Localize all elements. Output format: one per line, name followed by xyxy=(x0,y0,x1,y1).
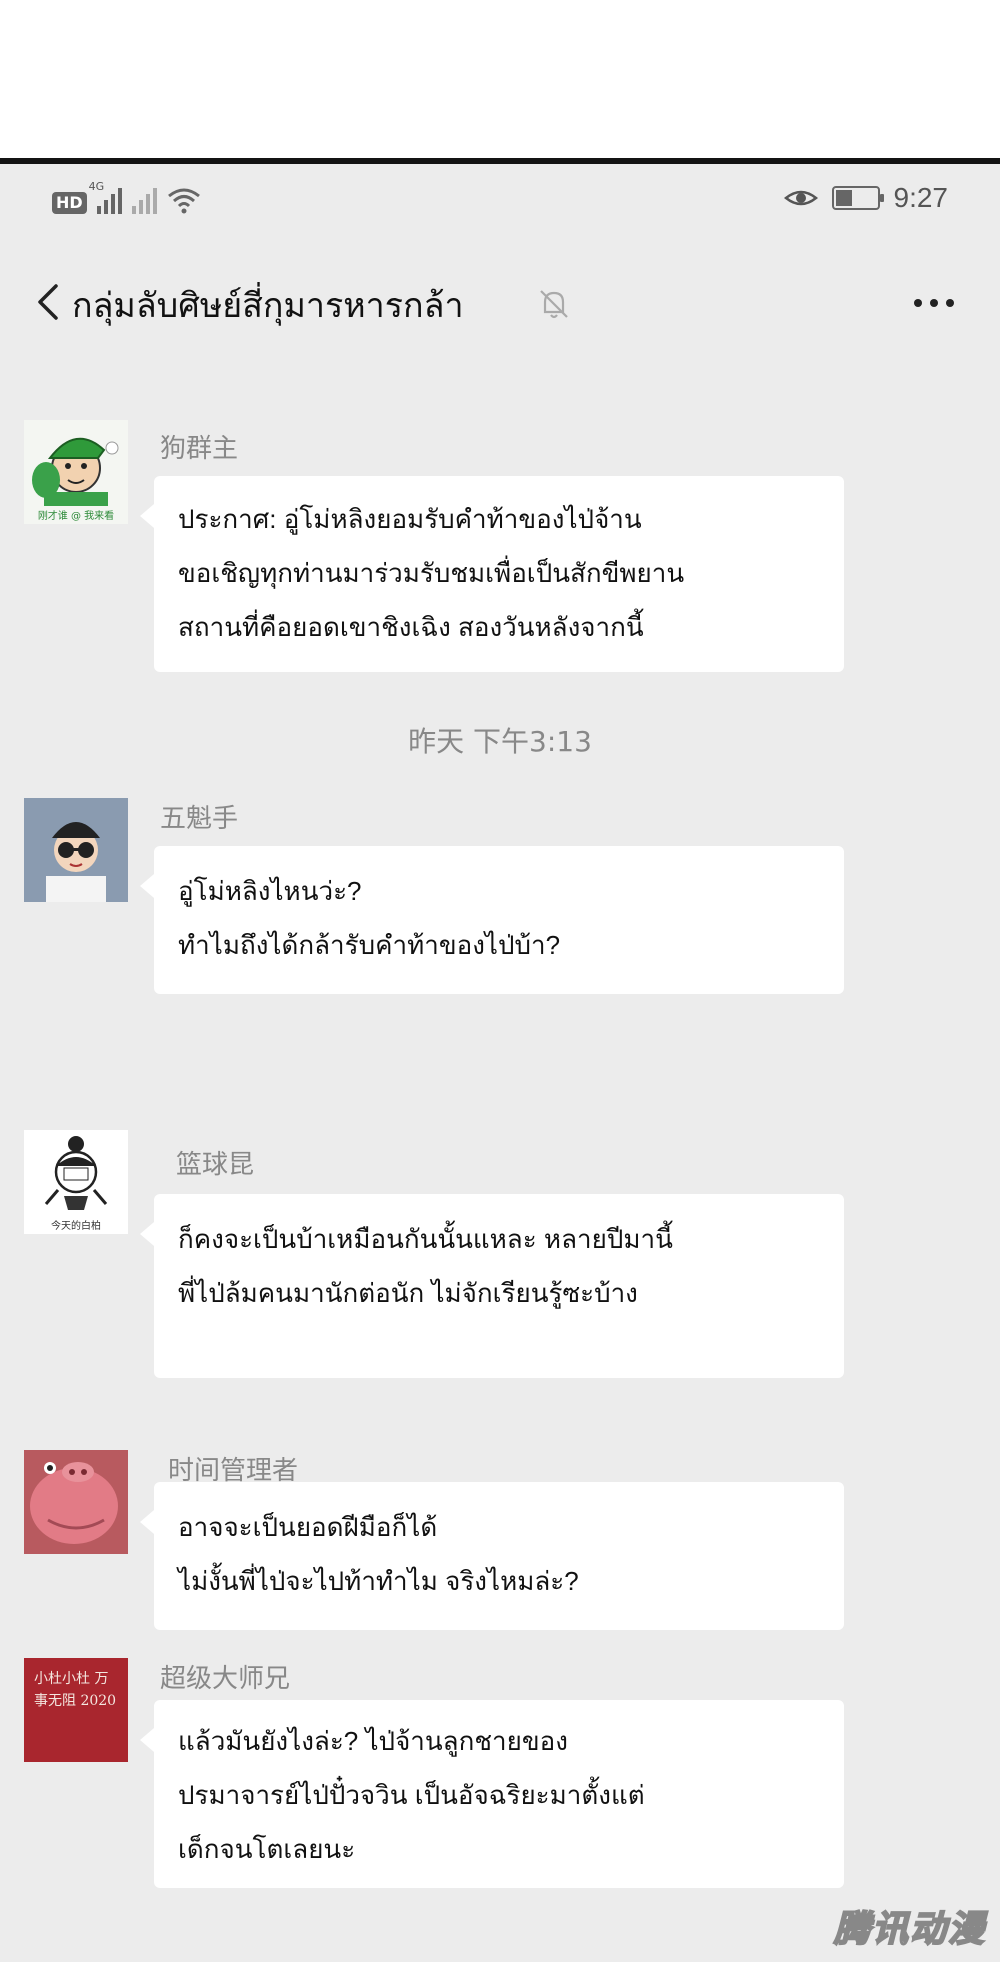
message-line: อาจจะเป็นยอดฝีมือก็ได้ xyxy=(178,1512,438,1542)
chat-header: กลุ่มลับศิษย์สี่กุมารหารกล้า xyxy=(0,262,1000,342)
chat-timestamp: 昨天 下午3:13 xyxy=(408,725,592,758)
battery-fill xyxy=(835,190,852,206)
message-line: สถานที่คือยอดเขาชิงเฉิง สองวันหลังจากนี้ xyxy=(178,612,644,642)
phone-screen: HD 4G 9:27 กลุ่มลับศิษย์สี่กุมารหารกล้า xyxy=(0,164,1000,1962)
sender-name: 五魁手 xyxy=(160,804,239,834)
message-line: ก็คงจะเป็นบ้าเหมือนกันนั้นแหละ หลายปีมาน… xyxy=(178,1224,673,1254)
avatar-calligraphy-text: 小杜小杜 万事无阻 2020 xyxy=(34,1671,117,1709)
message-bubble[interactable]: อู่โม่หลิงไหนว่ะ? ทำไมถึงได้กล้ารับคำท้า… xyxy=(140,846,844,994)
message-line: ประกาศ: อู่โม่หลิงยอมรับคำท้าของไป่จ้าน xyxy=(178,504,642,534)
avatar[interactable]: 今天的白柏 xyxy=(24,1130,128,1234)
mute-bell-icon xyxy=(540,290,568,319)
avatar[interactable]: 小杜小杜 万事无阻 2020 xyxy=(24,1658,128,1762)
sender-name: 篮球昆 xyxy=(176,1150,255,1180)
message-line: แล้วมันยังไงล่ะ? ไป่จ้านลูกชายของ xyxy=(178,1726,568,1756)
watermark-logo: 腾讯动漫 xyxy=(833,1908,986,1951)
more-icon[interactable] xyxy=(914,288,964,318)
clock: 9:27 xyxy=(893,182,949,213)
message-bubble[interactable]: ประกาศ: อู่โม่หลิงยอมรับคำท้าของไป่จ้าน … xyxy=(140,476,844,672)
eye-icon xyxy=(783,190,818,206)
signal-icon: 4G xyxy=(89,180,122,214)
message-line: อู่โม่หลิงไหนว่ะ? xyxy=(178,876,362,906)
top-blank-area xyxy=(0,0,1000,158)
message-bubble[interactable]: อาจจะเป็นยอดฝีมือก็ได้ ไม่งั้นพี่ไป่จะไป… xyxy=(140,1482,844,1630)
wifi-icon xyxy=(167,188,200,214)
hd-icon: HD xyxy=(52,192,87,214)
avatar[interactable]: 刚才谁 @ 我来看 xyxy=(24,420,128,524)
sender-name: 超级大师兄 xyxy=(160,1664,291,1694)
message-line: ทำไมถึงได้กล้ารับคำท้าของไป่บ้า? xyxy=(178,930,561,960)
sender-name: 狗群主 xyxy=(160,434,239,464)
message-line: ไม่งั้นพี่ไป่จะไปท้าทำไม จริงไหมล่ะ? xyxy=(178,1566,579,1596)
message-line: ปรมาจารย์ไป่ปั๋วจวิน เป็นอัจฉริยะมาตั้งแ… xyxy=(178,1780,645,1810)
avatar-caption: 今天的白柏 xyxy=(51,1221,101,1232)
back-icon[interactable] xyxy=(30,280,70,324)
network-type-label: 4G xyxy=(88,180,105,193)
avatar-pig-image xyxy=(24,1450,128,1554)
avatar-caption: 刚才谁 @ 我来看 xyxy=(37,511,115,522)
signal-weak-icon xyxy=(131,186,157,214)
battery-icon xyxy=(831,186,884,210)
message-line: ขอเชิญทุกท่านมาร่วมรับชมเพื่อเป็นสักขีพย… xyxy=(178,558,685,588)
message-line: พี่ไป่ล้มคนมานักต่อนัก ไม่จักเรียนรู้ซะบ… xyxy=(178,1278,638,1308)
status-bar-left: HD 4G xyxy=(52,180,201,214)
chat-title: กลุ่มลับศิษย์สี่กุมารหารกล้า xyxy=(72,287,464,325)
avatar-boy-image xyxy=(24,798,128,902)
avatar[interactable] xyxy=(24,1450,128,1554)
avatar[interactable] xyxy=(24,798,128,902)
message-bubble[interactable]: ก็คงจะเป็นบ้าเหมือนกันนั้นแหละ หลายปีมาน… xyxy=(140,1194,844,1378)
message-line: เด็กจนโตเลยนะ xyxy=(178,1834,356,1864)
status-bar-right: 9:27 xyxy=(783,182,949,214)
message-bubble[interactable]: แล้วมันยังไงล่ะ? ไป่จ้านลูกชายของ ปรมาจา… xyxy=(140,1700,844,1888)
